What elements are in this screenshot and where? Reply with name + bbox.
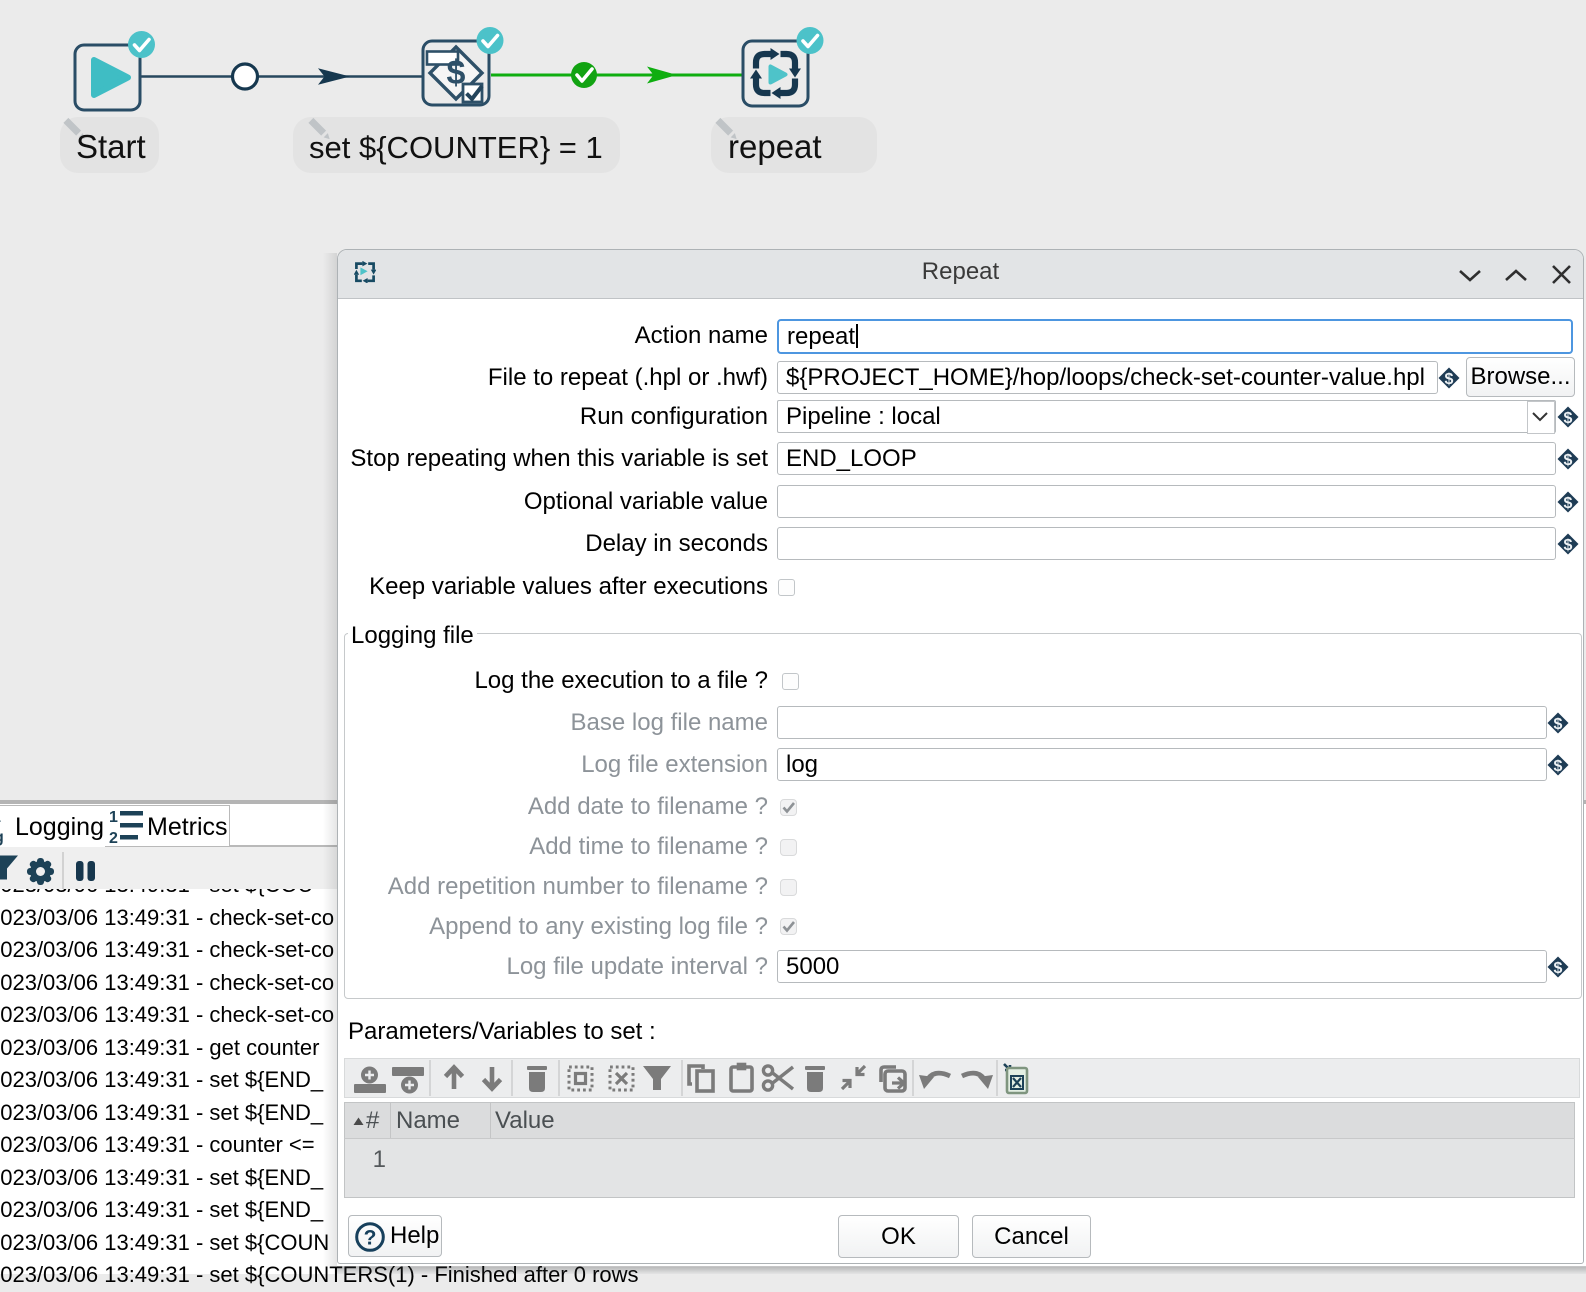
svg-text:$: $ [1554, 758, 1563, 775]
svg-text:repeat: repeat [728, 128, 822, 165]
svg-text:$: $ [1564, 410, 1573, 427]
svg-text:2: 2 [109, 830, 118, 846]
svg-text:Start: Start [76, 128, 146, 165]
svg-text:$: $ [1554, 960, 1563, 977]
svg-text:1: 1 [109, 809, 118, 826]
svg-text:g: g [0, 829, 4, 846]
svg-text:?: ? [364, 1227, 377, 1250]
svg-text:$: $ [1554, 716, 1563, 733]
svg-text:$: $ [1445, 371, 1454, 388]
svg-text:1: 1 [0, 809, 1, 826]
svg-text:$: $ [1564, 537, 1573, 554]
svg-text:$: $ [1564, 495, 1573, 512]
svg-text:$: $ [1564, 452, 1573, 469]
svg-text:set ${COUNTER} = 1: set ${COUNTER} = 1 [309, 130, 603, 165]
